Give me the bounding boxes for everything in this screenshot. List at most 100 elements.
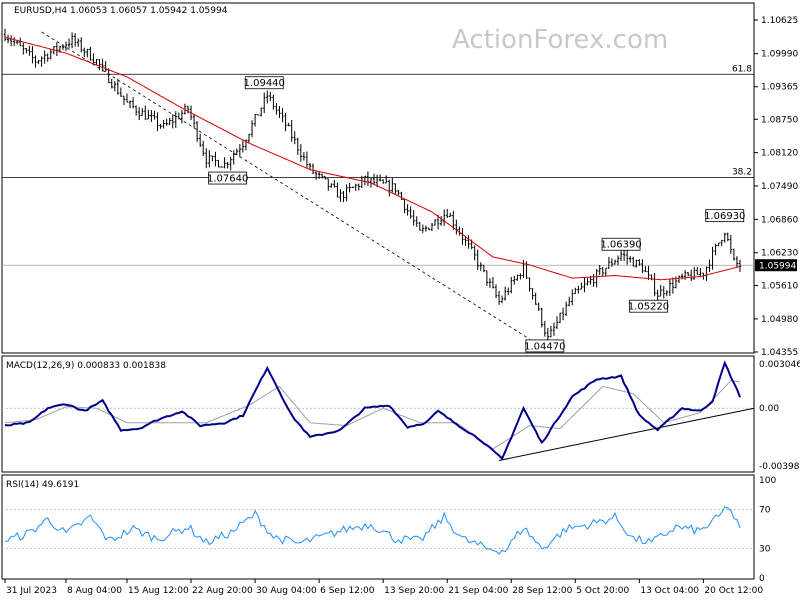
candle [690,269,693,282]
candle [635,259,638,268]
candle [198,133,202,147]
candle [659,285,662,297]
candle [638,259,641,266]
rsi-line [4,506,741,555]
candle [327,178,330,191]
candle [665,290,669,297]
candle [214,151,217,167]
candle [613,259,617,265]
candle [592,274,595,287]
candle [49,49,52,60]
candle [476,249,479,270]
candle [272,94,275,110]
candle [574,287,577,295]
candle [668,279,672,297]
candle [113,81,116,92]
candle [159,124,162,129]
candle [119,87,123,97]
candle [534,292,537,305]
candle [732,248,736,261]
candle [717,242,720,247]
price-label-text: 1.09440 [244,78,285,89]
candle [15,40,19,45]
watermark: ActionForex.com [452,25,668,55]
candle [259,107,263,117]
candle [531,288,534,300]
candle [403,198,406,214]
candle [711,246,714,270]
x-tick-label: 13 Oct 04:00 [640,586,699,596]
candle [86,48,89,58]
candle [564,301,568,316]
candle [595,268,598,288]
candle [241,140,245,153]
candle [723,232,726,243]
candle [385,175,388,184]
candle [430,222,434,231]
candle [357,183,360,191]
price-label-text: 1.06930 [704,211,745,222]
candle [76,38,80,47]
candle [400,191,403,201]
candle [205,148,208,169]
candle [150,110,153,122]
current-price-tag-label: 1.05994 [759,262,796,272]
candle [510,276,513,294]
price-y-tick-label: 1.06860 [761,215,798,225]
candle [247,133,251,143]
price-label: 1.07640 [207,171,248,185]
candle [619,250,623,261]
candle [290,120,293,142]
macd-pane [1,355,755,473]
candle [269,91,272,102]
candle [333,179,336,188]
candle [6,34,10,44]
candle [46,53,49,62]
candle [223,157,226,169]
candle [125,93,129,103]
candle [302,151,306,161]
candle [211,155,214,162]
x-tick-label: 30 Aug 04:00 [256,586,317,596]
candle [339,189,342,202]
price-label-text: 1.05220 [628,302,669,313]
candle [110,78,113,89]
candle [177,112,181,120]
candle [34,55,37,68]
x-tick-label: 22 Aug 20:00 [192,586,253,596]
price-label: 1.04470 [524,339,565,352]
candle [391,177,394,193]
candle [287,122,290,127]
candle [141,108,144,117]
candle [220,166,223,168]
candle [73,33,77,47]
price-y-tick-label: 1.06230 [761,249,798,259]
candle [40,56,43,67]
candle [406,204,409,216]
candle [671,277,675,294]
candle [543,320,547,337]
price-y-tick-label: 1.07490 [761,182,798,192]
candle [174,111,177,128]
price-y-tick-label: 1.09990 [761,50,798,60]
candle [168,117,171,126]
price-y-tick-label: 1.08750 [761,115,798,125]
candle [421,224,425,233]
candle [455,219,458,235]
candle [491,276,495,289]
candle [461,228,464,245]
candle [427,227,431,231]
candle [705,266,708,281]
candle [263,92,266,114]
candle [662,286,665,299]
candle [12,37,16,47]
candle [28,45,31,56]
candle [568,296,571,307]
candle [540,307,543,328]
candle [552,322,556,336]
candle [324,176,327,180]
candle [80,37,83,53]
candle [202,140,205,156]
candle [571,289,574,306]
candle [342,190,345,203]
